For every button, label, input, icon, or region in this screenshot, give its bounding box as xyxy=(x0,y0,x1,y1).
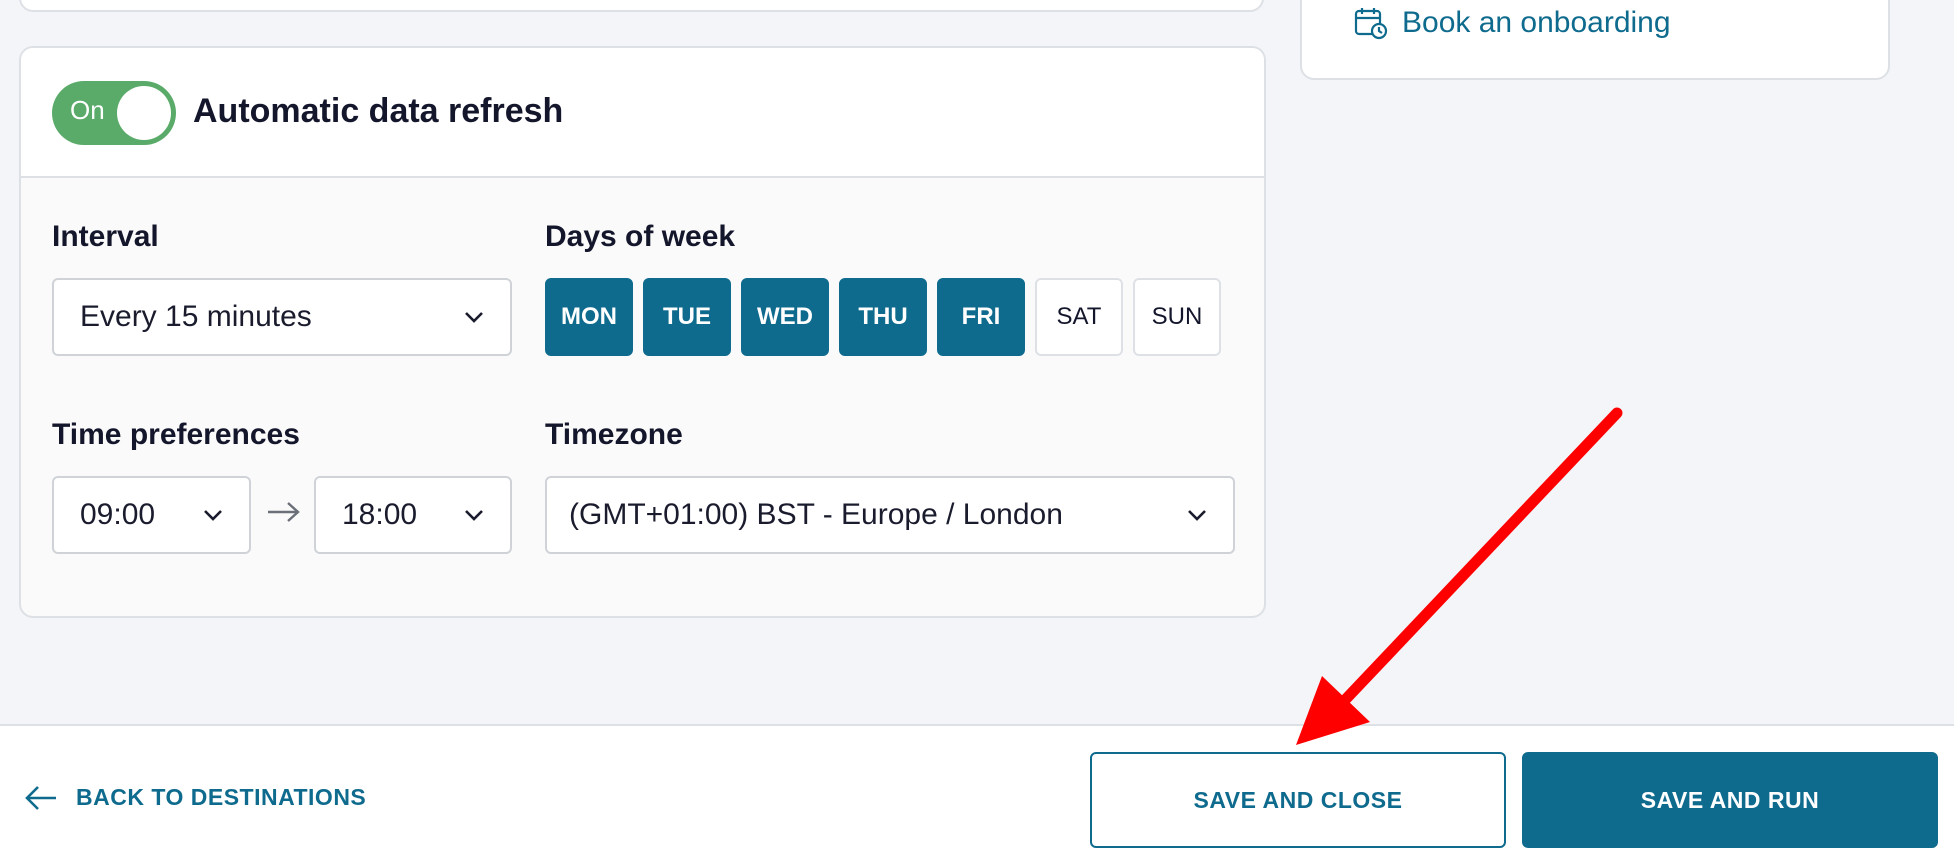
arrow-left-icon xyxy=(25,785,56,810)
save-and-run-button[interactable]: SAVE AND RUN xyxy=(1522,752,1938,848)
toggle-knob xyxy=(117,86,171,140)
footer-bar: BACK TO DESTINATIONS SAVE AND CLOSE SAVE… xyxy=(0,724,1954,862)
save-and-close-label: SAVE AND CLOSE xyxy=(1193,786,1403,813)
day-chip-fri[interactable]: FRI xyxy=(937,278,1025,356)
day-chip-sun[interactable]: SUN xyxy=(1133,278,1221,356)
end-time-select[interactable]: 18:00 xyxy=(314,476,512,554)
help-card: Book an onboarding xyxy=(1300,0,1890,80)
day-chip-tue[interactable]: TUE xyxy=(643,278,731,356)
days-of-week-label: Days of week xyxy=(545,220,736,253)
book-onboarding-link[interactable]: Book an onboarding xyxy=(1354,6,1671,40)
save-and-close-button[interactable]: SAVE AND CLOSE xyxy=(1090,752,1506,848)
interval-value: Every 15 minutes xyxy=(80,300,312,333)
interval-select[interactable]: Every 15 minutes xyxy=(52,278,512,356)
chevron-down-icon xyxy=(465,312,483,323)
arrow-right-icon xyxy=(268,502,300,522)
chevron-down-icon xyxy=(1188,510,1206,521)
back-to-destinations-label: BACK TO DESTINATIONS xyxy=(76,784,367,810)
chevron-down-icon xyxy=(465,510,483,521)
start-time-select[interactable]: 09:00 xyxy=(52,476,251,554)
toggle-state-label: On xyxy=(70,95,105,125)
day-chip-thu[interactable]: THU xyxy=(839,278,927,356)
refresh-card-header: On Automatic data refresh xyxy=(21,48,1264,178)
previous-card-edge xyxy=(19,0,1264,12)
chevron-down-icon xyxy=(204,510,222,521)
time-preferences-label: Time preferences xyxy=(52,418,300,451)
day-chip-sat[interactable]: SAT xyxy=(1035,278,1123,356)
end-time-value: 18:00 xyxy=(342,498,418,531)
day-chip-mon[interactable]: MON xyxy=(545,278,633,356)
interval-label: Interval xyxy=(52,220,159,253)
book-onboarding-label: Book an onboarding xyxy=(1402,6,1671,39)
save-and-run-label: SAVE AND RUN xyxy=(1640,786,1820,813)
back-to-destinations-link[interactable]: BACK TO DESTINATIONS xyxy=(24,784,366,811)
day-chip-wed[interactable]: WED xyxy=(741,278,829,356)
start-time-value: 09:00 xyxy=(80,498,156,531)
timezone-label: Timezone xyxy=(545,418,683,451)
timezone-select[interactable]: (GMT+01:00) BST - Europe / London xyxy=(545,476,1235,554)
timezone-value: (GMT+01:00) BST - Europe / London xyxy=(569,498,1063,531)
automatic-refresh-card: On Automatic data refresh Interval Every… xyxy=(19,46,1266,618)
refresh-title: Automatic data refresh xyxy=(193,92,564,130)
auto-refresh-toggle[interactable]: On xyxy=(52,81,176,145)
calendar-clock-icon xyxy=(1354,8,1388,40)
